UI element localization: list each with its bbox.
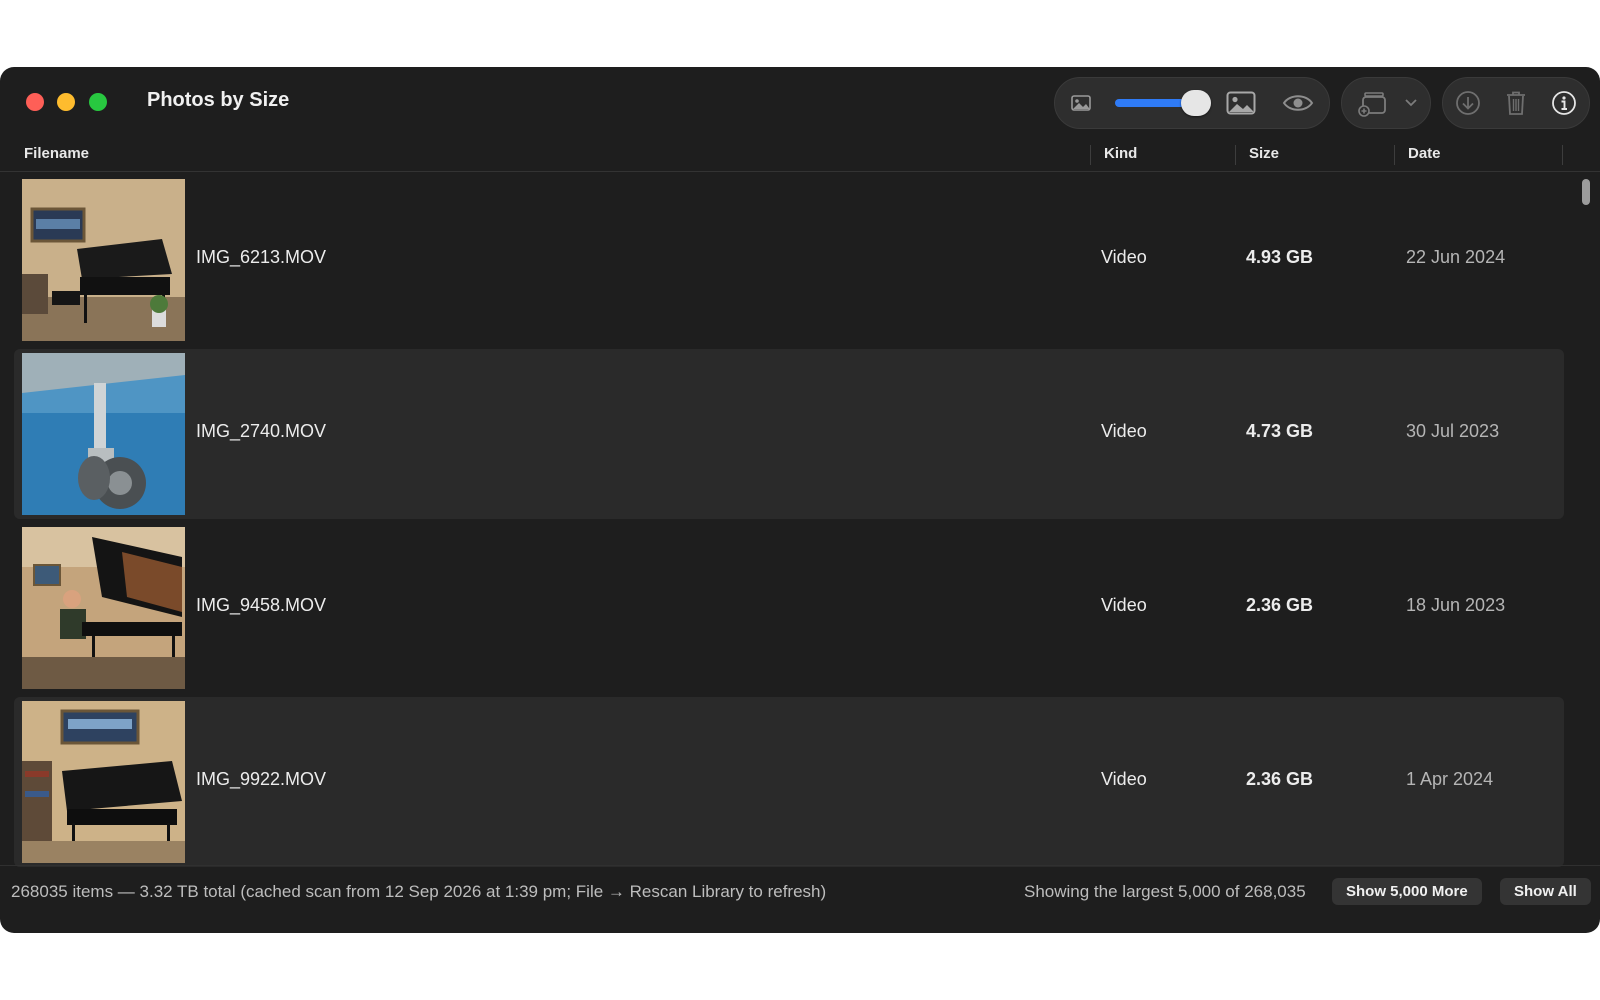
column-divider[interactable] <box>1562 145 1563 165</box>
kind-cell: Video <box>1101 769 1147 789</box>
video-thumbnail <box>22 527 185 689</box>
column-divider[interactable] <box>1394 145 1395 165</box>
view-controls-group <box>1054 77 1330 129</box>
download-icon[interactable] <box>1453 88 1483 118</box>
zoom-window-button[interactable] <box>89 93 107 111</box>
date-cell: 30 Jul 2023 <box>1406 421 1500 441</box>
file-actions-group <box>1442 77 1590 129</box>
info-icon[interactable] <box>1549 88 1579 118</box>
window-title: Photos by Size <box>147 89 290 111</box>
eye-icon[interactable] <box>1281 88 1315 118</box>
column-header: Filename Kind Size Date <box>0 139 1600 172</box>
filename-cell: IMG_6213.MOV <box>196 247 327 267</box>
thumbnail-size-slider-knob[interactable] <box>1181 90 1211 116</box>
title-bar: Photos by Size <box>0 67 1600 139</box>
small-photo-icon[interactable] <box>1069 91 1093 115</box>
video-thumbnail <box>22 353 185 515</box>
kind-cell: Video <box>1101 421 1147 441</box>
table-row[interactable]: IMG_6213.MOV Video 4.93 GB 22 Jun 2024 <box>14 175 1564 345</box>
kind-cell: Video <box>1101 247 1147 267</box>
status-bar: 268035 items — 3.32 TB total (cached sca… <box>0 865 1600 933</box>
video-thumbnail <box>22 701 185 863</box>
date-cell: 22 Jun 2024 <box>1406 247 1506 267</box>
add-to-album-icon[interactable] <box>1356 88 1390 118</box>
size-cell: 2.36 GB <box>1246 769 1314 789</box>
kind-cell: Video <box>1101 595 1147 615</box>
file-list: IMG_6213.MOV Video 4.93 GB 22 Jun 2024 I… <box>0 175 1600 933</box>
vertical-scrollbar[interactable] <box>1578 179 1594 865</box>
show-all-button[interactable]: Show All <box>1500 878 1591 905</box>
table-row[interactable]: IMG_2740.MOV Video 4.73 GB 30 Jul 2023 <box>14 349 1564 519</box>
column-header-size[interactable]: Size <box>1249 145 1279 162</box>
table-row[interactable]: IMG_9922.MOV Video 2.36 GB 1 Apr 2024 <box>14 697 1564 867</box>
app-window: Photos by Size Filename Kind Size Date I… <box>0 67 1600 933</box>
column-divider[interactable] <box>1090 145 1091 165</box>
close-window-button[interactable] <box>26 93 44 111</box>
size-cell: 4.73 GB <box>1246 421 1314 441</box>
scrollbar-thumb[interactable] <box>1582 179 1590 205</box>
minimize-window-button[interactable] <box>57 93 75 111</box>
date-cell: 1 Apr 2024 <box>1406 769 1494 789</box>
chevron-down-icon[interactable] <box>1402 94 1420 112</box>
column-divider[interactable] <box>1235 145 1236 165</box>
size-cell: 4.93 GB <box>1246 247 1314 267</box>
date-cell: 18 Jun 2023 <box>1406 595 1506 615</box>
column-header-filename[interactable]: Filename <box>24 145 89 162</box>
column-header-date[interactable]: Date <box>1408 145 1441 162</box>
filename-cell: IMG_9922.MOV <box>196 769 327 789</box>
filename-cell: IMG_9458.MOV <box>196 595 327 615</box>
size-cell: 2.36 GB <box>1246 595 1314 615</box>
showing-count-text: Showing the largest 5,000 of 268,035 <box>1024 882 1306 901</box>
show-more-button[interactable]: Show 5,000 More <box>1332 878 1482 905</box>
filename-cell: IMG_2740.MOV <box>196 421 327 441</box>
column-header-kind[interactable]: Kind <box>1104 145 1137 162</box>
large-photo-icon[interactable] <box>1225 88 1257 118</box>
table-row[interactable]: IMG_9458.MOV Video 2.36 GB 18 Jun 2023 <box>14 523 1564 693</box>
library-summary-text: 268035 items — 3.32 TB total (cached sca… <box>11 882 827 901</box>
video-thumbnail <box>22 179 185 341</box>
album-controls-group <box>1341 77 1431 129</box>
trash-icon[interactable] <box>1501 87 1531 119</box>
